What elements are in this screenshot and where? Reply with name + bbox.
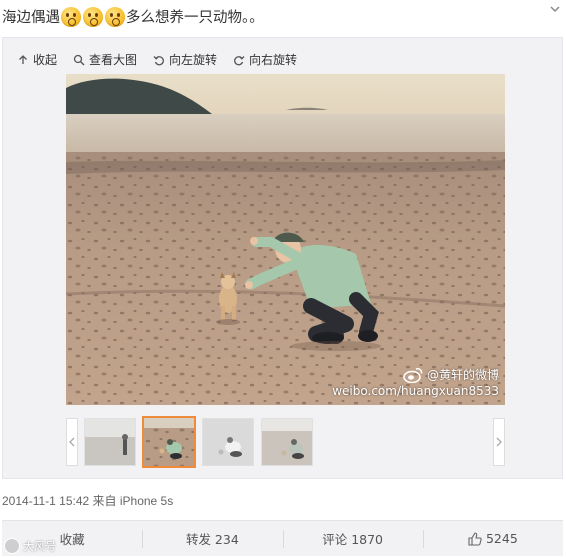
thumbnail-image <box>85 419 135 465</box>
action-bar: 收藏 转发 234 评论 1870 5245 <box>2 520 563 556</box>
search-icon <box>73 54 85 65</box>
media-viewer: 收起 查看大图 向左旋转 向右旋转 @黄轩的微博 weibo.com/huang… <box>2 37 563 479</box>
thumbs-up-icon <box>468 531 482 546</box>
watermark-handle: @黄轩的微博 <box>426 368 499 382</box>
thumbnail-image <box>144 418 194 466</box>
logo-circle-icon <box>4 538 20 554</box>
beach-scene-image <box>66 74 505 405</box>
thumbnail-3[interactable] <box>202 418 254 466</box>
surprised-face-icon <box>61 6 81 27</box>
rotate-left-icon <box>153 55 164 65</box>
corner-logo-text: 大风号 <box>23 540 56 553</box>
main-photo[interactable]: @黄轩的微博 weibo.com/huangxuan8533 <box>66 74 505 405</box>
watermark-url: weibo.com/huangxuan8533 <box>332 384 499 398</box>
comment-label: 评论 1870 <box>322 532 384 547</box>
chevron-right-icon <box>496 437 502 447</box>
repost-button[interactable]: 转发 234 <box>142 521 282 556</box>
thumbnail-4[interactable] <box>261 418 313 466</box>
like-button[interactable]: 5245 <box>422 521 563 556</box>
photo-watermark: @黄轩的微博 weibo.com/huangxuan8533 <box>332 367 499 399</box>
thumbnail-next-button[interactable] <box>493 418 505 466</box>
surprised-face-icon <box>83 6 103 27</box>
comment-button[interactable]: 评论 1870 <box>282 521 423 556</box>
thumbnail-strip <box>66 416 505 470</box>
weibo-logo-icon <box>403 368 423 383</box>
thumbnail-1[interactable] <box>84 418 136 466</box>
collapse-button[interactable]: 收起 <box>17 51 57 68</box>
chevron-left-icon <box>69 437 75 447</box>
post-meta: 2014-11-1 15:42 来自 iPhone 5s <box>2 494 174 508</box>
rotate-right-button[interactable]: 向右旋转 <box>233 51 297 68</box>
post-text-after: 多么想养一只动物。。 <box>126 10 264 26</box>
post-text: 海边偶遇 多么想养一只动物。。 <box>2 6 264 27</box>
favorite-label: 收藏 <box>59 532 85 547</box>
like-count: 5245 <box>485 531 518 546</box>
image-toolbar: 收起 查看大图 向左旋转 向右旋转 <box>17 51 297 68</box>
thumbnail-prev-button[interactable] <box>66 418 78 466</box>
collapse-label: 收起 <box>33 53 58 67</box>
rotate-left-button[interactable]: 向左旋转 <box>153 51 217 68</box>
view-large-label: 查看大图 <box>89 53 138 67</box>
thumbnail-image <box>262 419 312 465</box>
post-text-before: 海边偶遇 <box>2 10 60 26</box>
thumbnail-2[interactable] <box>142 416 196 468</box>
arrow-up-icon <box>19 54 27 64</box>
corner-logo: 大风号 <box>4 538 56 554</box>
rotate-right-icon <box>234 55 245 65</box>
thumbnail-image <box>203 419 253 465</box>
surprised-face-icon <box>105 6 125 27</box>
rotate-left-label: 向左旋转 <box>169 53 218 67</box>
view-large-button[interactable]: 查看大图 <box>73 51 137 68</box>
chevron-down-icon[interactable] <box>550 4 560 14</box>
repost-label: 转发 234 <box>185 532 239 547</box>
rotate-right-label: 向右旋转 <box>249 53 298 67</box>
